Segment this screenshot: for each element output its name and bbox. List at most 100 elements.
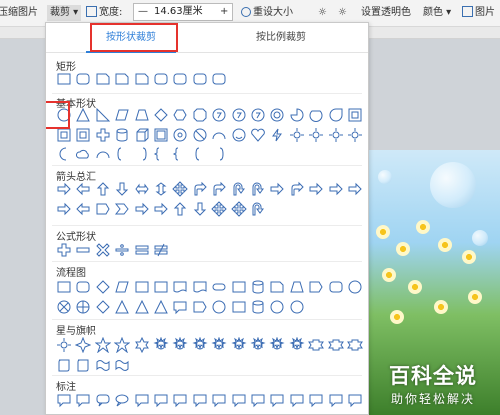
basic-para-shape[interactable] [114, 107, 130, 123]
basic-num-shape[interactable] [250, 107, 266, 123]
equation-div-shape[interactable] [114, 242, 130, 258]
arrow-arUD-shape[interactable] [153, 181, 169, 197]
basic-dia-shape[interactable] [153, 107, 169, 123]
minus-button[interactable]: — [138, 4, 148, 20]
star-star5-shape[interactable] [114, 337, 131, 353]
basic-bolt-shape[interactable] [269, 127, 285, 143]
basic-tear-shape[interactable] [328, 107, 344, 123]
callout-call-shape[interactable] [328, 392, 344, 408]
star-ribbon-shape[interactable] [347, 337, 363, 353]
arrow-arR-shape[interactable] [153, 201, 169, 217]
star-scroll-shape[interactable] [56, 357, 72, 373]
basic-num-shape[interactable] [231, 107, 247, 123]
basic-nosym-shape[interactable] [192, 127, 208, 143]
basic-num-shape[interactable] [211, 107, 227, 123]
callout-call-shape[interactable] [347, 392, 363, 408]
basic-arc-shape[interactable] [95, 146, 111, 162]
brightness-button[interactable]: ☼ [318, 5, 327, 21]
basic-cross-shape[interactable] [95, 127, 111, 143]
flow-rect-shape[interactable] [231, 299, 247, 315]
star-seal-shape[interactable] [211, 337, 227, 353]
star-seal-shape[interactable] [269, 337, 285, 353]
flow-oval-shape[interactable] [211, 299, 227, 315]
basic-frame-shape[interactable] [347, 107, 363, 123]
star-seal-shape[interactable] [250, 337, 266, 353]
arrow-uturn-shape[interactable] [250, 201, 266, 217]
flow-doc-shape[interactable] [192, 279, 208, 295]
basic-sun-shape[interactable] [347, 127, 363, 143]
callout-call-shape[interactable] [308, 392, 324, 408]
callout-call-shape[interactable] [211, 392, 227, 408]
basic-hex-shape[interactable] [172, 107, 188, 123]
basic-tri-shape[interactable] [75, 107, 91, 123]
flow-oval-shape[interactable] [347, 279, 363, 295]
flow-home-shape[interactable] [308, 279, 324, 295]
basic-brR-shape[interactable] [211, 146, 227, 162]
star-star4-shape[interactable] [75, 337, 92, 353]
basic-brc-shape[interactable] [172, 146, 188, 162]
flow-can-shape[interactable] [250, 279, 266, 295]
arrow-arD-shape[interactable] [192, 201, 208, 217]
width-stepper[interactable]: — 14.63厘米 + [133, 3, 233, 21]
basic-chord-shape[interactable] [308, 107, 324, 123]
color-button[interactable]: 颜色 ▾ [423, 5, 451, 21]
rect-round-shape[interactable] [153, 71, 169, 87]
basic-arc-shape[interactable] [211, 127, 227, 143]
flow-call-shape[interactable] [172, 299, 188, 315]
arrow-arLR-shape[interactable] [134, 181, 150, 197]
star-ribbon-shape[interactable] [308, 337, 325, 353]
equation-eq-shape[interactable] [134, 242, 150, 258]
basic-donut-shape[interactable] [172, 127, 188, 143]
callout-call-shape[interactable] [56, 392, 72, 408]
picture-button[interactable]: 图片 [462, 5, 495, 21]
basic-cube-shape[interactable] [134, 127, 150, 143]
arrow-ar4-shape[interactable] [230, 200, 247, 217]
basic-can-shape[interactable] [114, 127, 130, 143]
callout-call-shape[interactable] [172, 392, 188, 408]
flow-tri-shape[interactable] [153, 299, 169, 315]
basic-cloud-shape[interactable] [75, 146, 91, 162]
star-ribbon-shape[interactable] [327, 337, 344, 353]
basic-heart-shape[interactable] [250, 127, 266, 143]
arrow-chev-shape[interactable] [114, 201, 130, 217]
arrow-ar4-shape[interactable] [172, 181, 189, 197]
flow-orc-shape[interactable] [75, 299, 91, 315]
compress-picture-button[interactable]: 压缩图片 [0, 5, 38, 21]
rect-round-shape[interactable] [75, 71, 91, 87]
flow-rect-shape[interactable] [231, 279, 247, 295]
arrow-arU-shape[interactable] [172, 201, 188, 217]
basic-pie-shape[interactable] [289, 107, 305, 123]
basic-frame-shape[interactable] [75, 127, 91, 143]
star-star5-shape[interactable] [94, 337, 111, 353]
arrow-arR-shape[interactable] [269, 181, 285, 197]
callout-callO-shape[interactable] [114, 392, 130, 408]
star-seal-shape[interactable] [172, 337, 188, 353]
flow-dia-shape[interactable] [95, 279, 111, 295]
document-picture[interactable]: 百科全说 助你轻松解决 [368, 150, 500, 415]
flow-doc-shape[interactable] [172, 279, 188, 295]
arrow-uturn-shape[interactable] [250, 181, 266, 197]
basic-brL-shape[interactable] [114, 146, 130, 162]
equation-minus-shape[interactable] [75, 242, 91, 258]
star-star6-shape[interactable] [134, 337, 150, 353]
star-scroll-shape[interactable] [75, 357, 91, 373]
equation-plus-shape[interactable] [56, 242, 72, 258]
basic-brR-shape[interactable] [134, 146, 150, 162]
basic-ring-shape[interactable] [269, 107, 285, 123]
plus-button[interactable]: + [220, 4, 228, 20]
callout-call-shape[interactable] [250, 392, 266, 408]
flow-rect-shape[interactable] [56, 279, 72, 295]
basic-bevel-shape[interactable] [153, 127, 169, 143]
basic-moon-shape[interactable] [56, 146, 72, 162]
arrow-home-shape[interactable] [95, 201, 111, 217]
arrow-bend-shape[interactable] [192, 181, 208, 197]
arrow-arU-shape[interactable] [95, 181, 111, 197]
arrow-arR-shape[interactable] [56, 181, 72, 197]
basic-rtri-shape[interactable] [95, 107, 111, 123]
star-wave-shape[interactable] [114, 357, 130, 373]
flow-term-shape[interactable] [211, 279, 227, 295]
flow-tri-shape[interactable] [134, 299, 150, 315]
flow-dia-shape[interactable] [95, 299, 111, 315]
arrow-arD-shape[interactable] [114, 181, 130, 197]
arrow-uturn-shape[interactable] [231, 181, 247, 197]
